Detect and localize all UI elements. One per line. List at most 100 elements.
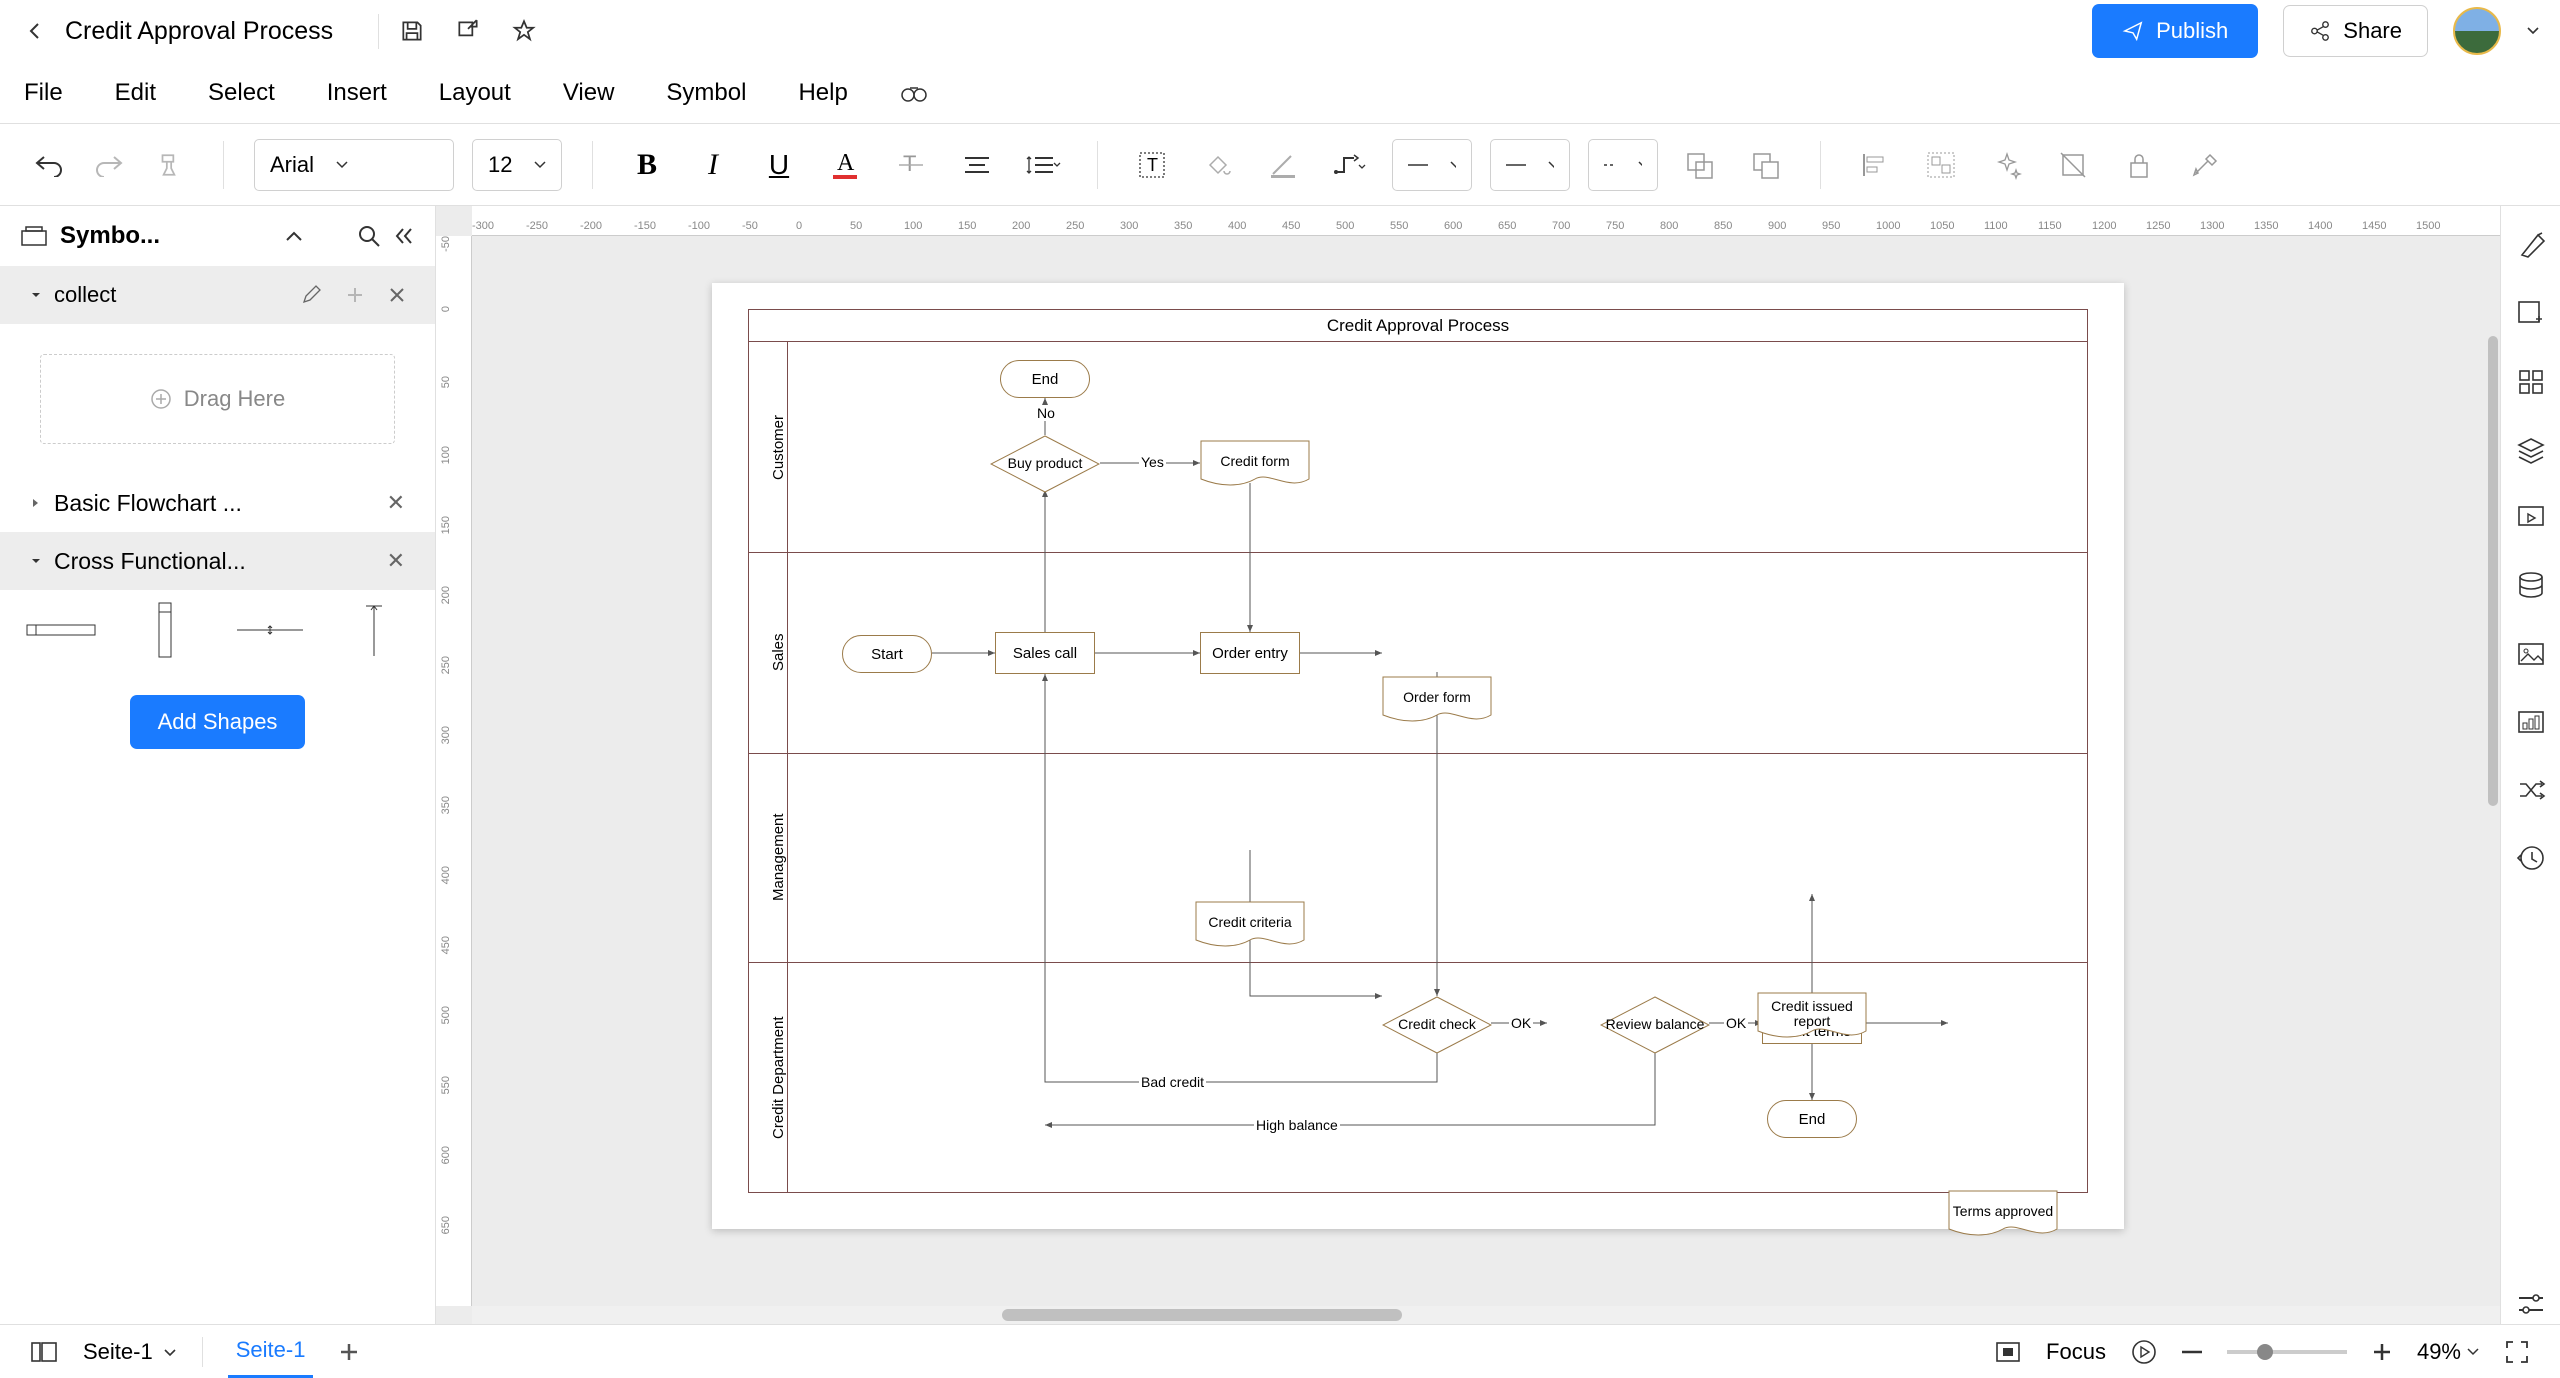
crop-button[interactable] xyxy=(2049,141,2097,189)
node-order-entry[interactable]: Order entry xyxy=(1200,632,1300,674)
send-back-button[interactable] xyxy=(1676,141,1724,189)
underline-button[interactable]: U xyxy=(755,141,803,189)
save-icon[interactable] xyxy=(399,18,425,44)
play-icon[interactable] xyxy=(2131,1339,2157,1365)
node-order-form[interactable]: Order form xyxy=(1382,676,1492,724)
add-shapes-button[interactable]: Add Shapes xyxy=(130,695,306,749)
swimlane-title[interactable]: Credit Approval Process xyxy=(749,310,2087,342)
back-button[interactable] xyxy=(20,16,50,46)
node-review-balance[interactable]: Review balance xyxy=(1600,996,1710,1054)
undo-button[interactable] xyxy=(25,141,73,189)
group-basic[interactable]: Basic Flowchart ... ✕ xyxy=(0,474,435,532)
zoom-slider[interactable] xyxy=(2227,1350,2347,1354)
node-end-2[interactable]: End xyxy=(1767,1100,1857,1138)
edit-icon[interactable] xyxy=(301,285,321,305)
node-buy-product[interactable]: Buy product xyxy=(990,435,1100,493)
text-color-button[interactable]: A xyxy=(821,141,869,189)
shuffle-icon[interactable] xyxy=(2511,770,2551,810)
shape-vertical-separator[interactable] xyxy=(338,605,410,655)
fill-button[interactable] xyxy=(1194,141,1242,189)
connector-button[interactable] xyxy=(1326,141,1374,189)
settings-panel-icon[interactable] xyxy=(2511,1284,2551,1324)
line-color-button[interactable] xyxy=(1260,141,1308,189)
scrollbar-thumb[interactable] xyxy=(1002,1309,1402,1321)
zoom-out-button[interactable] xyxy=(2182,1350,2202,1354)
node-credit-check[interactable]: Credit check xyxy=(1382,996,1492,1054)
focus-label[interactable]: Focus xyxy=(2046,1339,2106,1365)
lane-label-customer[interactable]: Customer xyxy=(749,342,787,552)
font-size-select[interactable]: 12 xyxy=(472,139,562,191)
tools-button[interactable] xyxy=(2181,141,2229,189)
format-painter-button[interactable] xyxy=(145,141,193,189)
grid-icon[interactable] xyxy=(2511,362,2551,402)
bring-front-button[interactable] xyxy=(1742,141,1790,189)
menu-layout[interactable]: Layout xyxy=(439,79,511,107)
shape-plus-icon[interactable] xyxy=(2511,294,2551,334)
chevron-down-icon[interactable] xyxy=(2526,26,2540,36)
plus-icon[interactable] xyxy=(346,285,364,305)
star-icon[interactable] xyxy=(511,18,537,44)
image-icon[interactable] xyxy=(2511,634,2551,674)
node-sales-call[interactable]: Sales call xyxy=(995,632,1095,674)
theme-icon[interactable] xyxy=(2511,226,2551,266)
fullscreen-icon[interactable] xyxy=(2504,1339,2530,1365)
line-dash-select[interactable] xyxy=(1588,139,1658,191)
page-tab-1[interactable]: Seite-1 xyxy=(228,1325,314,1378)
page-surface[interactable]: Credit Approval Process Customer Sales M… xyxy=(712,283,2124,1229)
page-select[interactable]: Seite-1 xyxy=(83,1339,177,1365)
text-tool-button[interactable]: T xyxy=(1128,141,1176,189)
node-credit-issued[interactable]: Credit issued report xyxy=(1757,992,1867,1040)
fit-screen-icon[interactable] xyxy=(1995,1341,2021,1363)
shape-horizontal-lane[interactable] xyxy=(25,605,97,655)
document-name[interactable]: Credit Approval Process xyxy=(65,17,333,46)
menu-symbol[interactable]: Symbol xyxy=(666,79,746,107)
menu-help[interactable]: Help xyxy=(798,79,847,107)
scrollbar-thumb[interactable] xyxy=(2488,336,2498,806)
group-button[interactable] xyxy=(1917,141,1965,189)
lane-label-sales[interactable]: Sales xyxy=(749,552,787,753)
menu-select[interactable]: Select xyxy=(208,79,275,107)
node-start[interactable]: Start xyxy=(842,635,932,673)
line-spacing-button[interactable] xyxy=(1019,141,1067,189)
chart-icon[interactable] xyxy=(2511,702,2551,742)
close-icon[interactable]: ✕ xyxy=(387,490,405,516)
section-collect[interactable]: collect xyxy=(0,266,435,324)
chevron-up-icon[interactable] xyxy=(285,230,303,242)
menu-file[interactable]: File xyxy=(24,79,63,107)
shape-horizontal-separator[interactable] xyxy=(234,605,306,655)
italic-button[interactable]: I xyxy=(689,141,737,189)
menu-insert[interactable]: Insert xyxy=(327,79,387,107)
align-button[interactable] xyxy=(953,141,1001,189)
node-terms-approved[interactable]: Terms approved xyxy=(1948,1190,2058,1238)
zoom-knob[interactable] xyxy=(2257,1344,2273,1360)
close-icon[interactable]: ✕ xyxy=(387,548,405,574)
align-left-button[interactable] xyxy=(1851,141,1899,189)
export-icon[interactable] xyxy=(455,18,481,44)
menu-edit[interactable]: Edit xyxy=(115,79,156,107)
user-avatar[interactable] xyxy=(2453,7,2501,55)
node-end-1[interactable]: End xyxy=(1000,360,1090,398)
share-button[interactable]: Share xyxy=(2283,5,2428,57)
add-page-button[interactable] xyxy=(338,1341,360,1363)
presentation-icon[interactable] xyxy=(2511,498,2551,538)
publish-button[interactable]: Publish xyxy=(2092,4,2258,58)
lock-button[interactable] xyxy=(2115,141,2163,189)
zoom-in-button[interactable] xyxy=(2372,1342,2392,1362)
lane-label-credit-dept[interactable]: Credit Department xyxy=(749,962,787,1194)
line-style-select[interactable] xyxy=(1392,139,1472,191)
canvas[interactable]: Credit Approval Process Customer Sales M… xyxy=(472,236,2500,1306)
arrow-style-select[interactable] xyxy=(1490,139,1570,191)
database-icon[interactable] xyxy=(2511,566,2551,606)
search-icon[interactable] xyxy=(357,224,381,248)
collapse-panel-icon[interactable] xyxy=(393,225,415,247)
pages-icon[interactable] xyxy=(30,1340,58,1364)
node-credit-criteria[interactable]: Credit criteria xyxy=(1195,901,1305,949)
font-family-select[interactable]: Arial xyxy=(254,139,454,191)
group-cross[interactable]: Cross Functional... ✕ xyxy=(0,532,435,590)
vertical-scrollbar[interactable] xyxy=(2486,236,2500,1306)
horizontal-scrollbar[interactable] xyxy=(472,1306,2500,1324)
binoculars-icon[interactable] xyxy=(900,82,928,104)
menu-view[interactable]: View xyxy=(563,79,615,107)
layers-icon[interactable] xyxy=(2511,430,2551,470)
library-icon[interactable] xyxy=(20,225,48,247)
